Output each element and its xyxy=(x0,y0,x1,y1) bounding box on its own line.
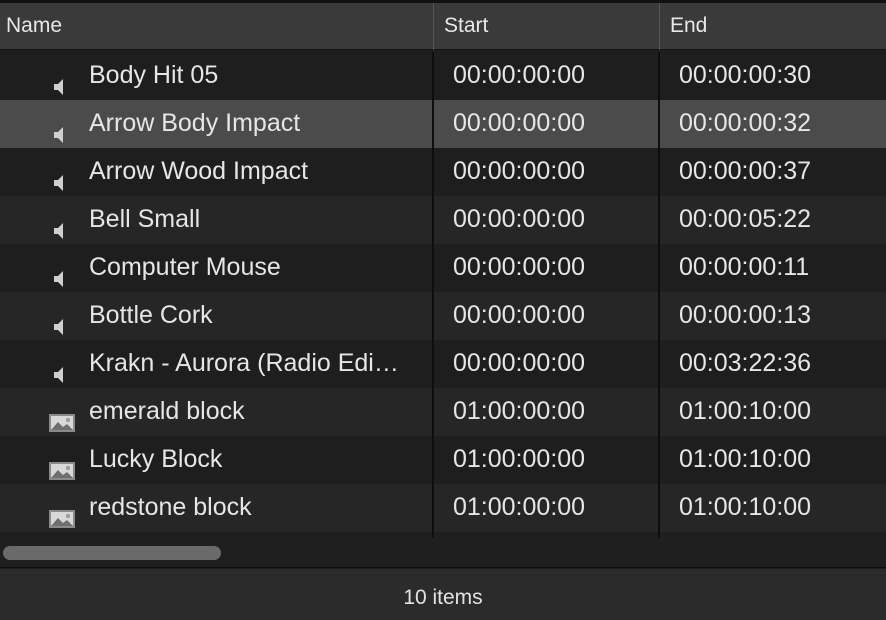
media-start-time: 00:00:00:00 xyxy=(453,109,586,137)
media-row[interactable]: Bell Small 00:00:00:00 00:00:05:22 xyxy=(0,196,886,244)
media-name: Bell Small xyxy=(89,205,201,233)
media-name: Krakn - Aurora (Radio Edi… xyxy=(89,349,399,377)
media-start-time: 00:00:00:00 xyxy=(453,349,586,377)
media-name: Bottle Cork xyxy=(89,301,213,329)
scrollbar-thumb[interactable] xyxy=(3,546,221,560)
media-name: Computer Mouse xyxy=(89,253,281,281)
media-row[interactable]: Computer Mouse 00:00:00:00 00:00:00:11 xyxy=(0,244,886,292)
media-start-time: 00:00:00:00 xyxy=(453,253,586,281)
media-end-time: 00:00:00:13 xyxy=(679,301,812,329)
horizontal-scrollbar[interactable] xyxy=(0,538,886,568)
media-row[interactable]: Arrow Body Impact 00:00:00:00 00:00:00:32 xyxy=(0,100,886,148)
media-list: Body Hit 05 00:00:00:00 00:00:00:30 Arrow B… xyxy=(0,52,886,532)
column-end-header[interactable]: End xyxy=(659,3,886,50)
media-start-time: 00:00:00:00 xyxy=(453,301,586,329)
media-row[interactable]: Bottle Cork 00:00:00:00 00:00:00:13 xyxy=(0,292,886,340)
media-row[interactable]: Lucky Block 01:00:00:00 01:00:10:00 xyxy=(0,436,886,484)
image-icon xyxy=(48,498,76,528)
media-end-time: 00:00:05:22 xyxy=(679,205,812,233)
media-browser: Name Start End Body Hit 05 00:00:00:00 00:… xyxy=(0,0,886,620)
media-row[interactable]: emerald block 01:00:00:00 01:00:10:00 xyxy=(0,388,886,436)
column-divider xyxy=(658,52,660,538)
speaker-icon xyxy=(48,114,76,143)
media-row[interactable]: Krakn - Aurora (Radio Edi… 00:00:00:00 00:… xyxy=(0,340,886,388)
media-start-time: 00:00:00:00 xyxy=(453,61,586,89)
media-end-time: 01:00:10:00 xyxy=(679,493,812,521)
column-start-header[interactable]: Start xyxy=(433,3,658,50)
image-icon xyxy=(48,450,76,480)
column-name-header[interactable]: Name xyxy=(6,3,432,50)
speaker-icon xyxy=(48,306,76,335)
status-bar: 10 items xyxy=(0,569,886,620)
media-start-time: 00:00:00:00 xyxy=(453,157,586,185)
media-end-time: 00:03:22:36 xyxy=(679,349,812,377)
media-row[interactable]: Body Hit 05 00:00:00:00 00:00:00:30 xyxy=(0,52,886,100)
media-start-time: 01:00:00:00 xyxy=(453,397,586,425)
media-name: emerald block xyxy=(89,397,245,425)
item-count: 10 items xyxy=(403,586,483,609)
speaker-icon xyxy=(48,162,76,191)
media-name: Lucky Block xyxy=(89,445,223,473)
speaker-icon xyxy=(48,354,76,383)
media-row[interactable]: Arrow Wood Impact 00:00:00:00 00:00:00:37 xyxy=(0,148,886,196)
media-start-time: 01:00:00:00 xyxy=(453,493,586,521)
speaker-icon xyxy=(48,258,76,287)
media-row[interactable]: redstone block 01:00:00:00 01:00:10:00 xyxy=(0,484,886,532)
speaker-icon xyxy=(48,210,76,239)
speaker-icon xyxy=(48,66,76,95)
media-name: Arrow Wood Impact xyxy=(89,157,309,185)
media-end-time: 00:00:00:37 xyxy=(679,157,812,185)
column-header: Name Start End xyxy=(0,0,886,50)
media-end-time: 00:00:00:11 xyxy=(679,253,810,281)
media-start-time: 01:00:00:00 xyxy=(453,445,586,473)
media-name: Arrow Body Impact xyxy=(89,109,301,137)
media-end-time: 01:00:10:00 xyxy=(679,445,812,473)
media-name: redstone block xyxy=(89,493,252,521)
column-divider xyxy=(432,52,434,538)
media-end-time: 00:00:00:32 xyxy=(679,109,812,137)
media-end-time: 01:00:10:00 xyxy=(679,397,812,425)
media-start-time: 00:00:00:00 xyxy=(453,205,586,233)
image-icon xyxy=(48,402,76,432)
media-end-time: 00:00:00:30 xyxy=(679,61,812,89)
media-name: Body Hit 05 xyxy=(89,61,219,89)
